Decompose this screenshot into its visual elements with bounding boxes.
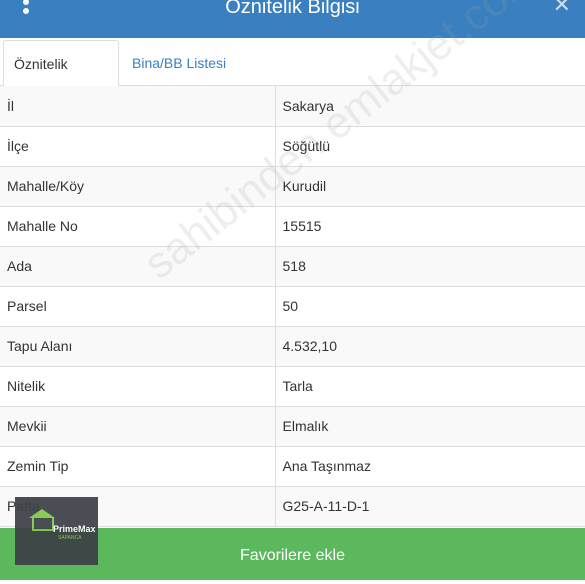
- modal-header: Öznitelik Bilgisi ✕: [0, 0, 585, 38]
- modal-title: Öznitelik Bilgisi: [225, 0, 360, 18]
- row-value: Tarla: [275, 366, 585, 407]
- table-row: Nitelik Tarla: [0, 366, 585, 407]
- row-key: Mevkii: [0, 406, 276, 447]
- row-key: Parsel: [0, 286, 276, 327]
- tab-oznitelik-bilgisi[interactable]: Öznitelik Bilgisi: [3, 40, 119, 118]
- close-icon[interactable]: ✕: [553, 0, 571, 19]
- row-key: Nitelik: [0, 366, 276, 407]
- row-key: Mahalle No: [0, 206, 276, 247]
- row-value: 4.532,10: [275, 326, 585, 367]
- row-key: Mahalle/Köy: [0, 166, 276, 207]
- table-row: Mahalle/Köy Kurudil: [0, 166, 585, 207]
- row-value: Kurudil: [275, 166, 585, 207]
- row-value: Elmalık: [275, 406, 585, 447]
- table-row: Zemin Tip Ana Taşınmaz: [0, 446, 585, 487]
- row-value: 50: [275, 286, 585, 327]
- table-row: Tapu Alanı 4.532,10: [0, 326, 585, 367]
- logo-sub: SAPANCA: [58, 535, 82, 541]
- tab-bar: Öznitelik Bilgisi Bina/BB Listesi: [0, 38, 585, 118]
- primemax-logo: PrimeMax SAPANCA: [15, 497, 98, 565]
- table-row: Ada 518: [0, 246, 585, 287]
- row-value: 518: [275, 246, 585, 287]
- logo-brand: PrimeMax: [53, 524, 96, 534]
- row-key: Ada: [0, 246, 276, 287]
- row-key: Zemin Tip: [0, 446, 276, 487]
- row-value: Ana Taşınmaz: [275, 446, 585, 487]
- house-icon: [32, 517, 54, 531]
- row-key: İl: [0, 86, 276, 127]
- row-value: 15515: [275, 206, 585, 247]
- attribute-table: İl Sakarya İlçe Söğütlü Mahalle/Köy Kurudil…: [0, 86, 585, 527]
- row-key: İlçe: [0, 126, 276, 167]
- table-row: İlçe Söğütlü: [0, 126, 585, 167]
- table-row: İl Sakarya: [0, 86, 585, 127]
- row-key: Tapu Alanı: [0, 326, 276, 367]
- row-value: Söğütlü: [275, 126, 585, 167]
- table-row: Mevkii Elmalık: [0, 406, 585, 447]
- table-row: Parsel 50: [0, 286, 585, 327]
- row-value: G25-A-11-D-1: [275, 486, 585, 527]
- table-row: Mahalle No 15515: [0, 206, 585, 247]
- tab-bina-bb-listesi[interactable]: Bina/BB Listesi: [122, 40, 236, 87]
- row-value: Sakarya: [275, 86, 585, 127]
